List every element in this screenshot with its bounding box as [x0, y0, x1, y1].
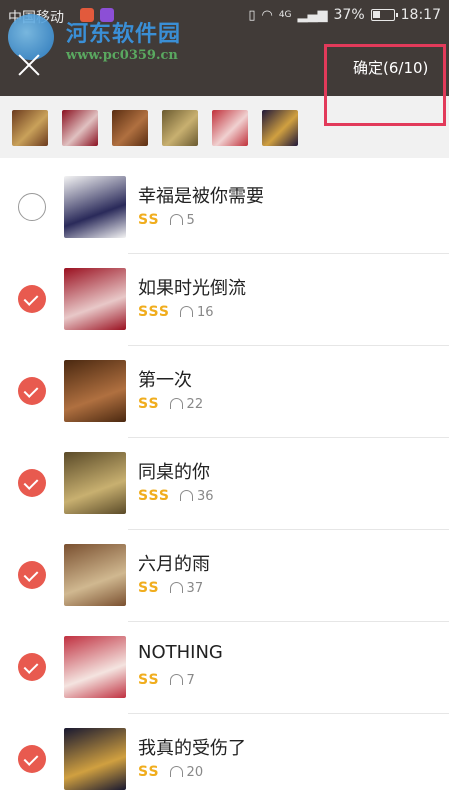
- wifi-icon: ◠: [261, 7, 273, 23]
- headphones-icon: [169, 397, 183, 409]
- quality-badge: SSS: [138, 488, 170, 504]
- battery-percent: 37%: [333, 7, 365, 23]
- song-row[interactable]: 如果时光倒流 SSS 16: [0, 254, 449, 346]
- album-cover: [64, 544, 126, 606]
- song-row[interactable]: 第一次 SS 22: [0, 346, 449, 438]
- headphones-icon: [169, 581, 183, 593]
- song-title: 六月的雨: [138, 554, 210, 575]
- song-row[interactable]: 六月的雨 SS 37: [0, 530, 449, 622]
- song-title: 如果时光倒流: [138, 278, 246, 299]
- song-row[interactable]: 同桌的你 SSS 36: [0, 438, 449, 530]
- song-row[interactable]: 我真的受伤了 SS 20: [0, 714, 449, 800]
- song-meta: SS 7: [138, 672, 195, 688]
- headphones-icon: [169, 765, 183, 777]
- headphones-icon: [180, 489, 193, 501]
- selected-thumbnail[interactable]: [262, 110, 298, 146]
- album-cover: [64, 636, 126, 698]
- song-title: NOTHING: [138, 642, 223, 663]
- song-title: 我真的受伤了: [138, 738, 246, 759]
- checkbox-checked-icon[interactable]: [18, 377, 46, 405]
- headphones-icon: [180, 305, 193, 317]
- close-button[interactable]: [14, 50, 44, 80]
- battery-icon: [370, 9, 398, 21]
- play-count: 7: [186, 672, 195, 688]
- quality-badge: SS: [138, 580, 160, 596]
- vibrate-icon: ▯: [248, 7, 256, 23]
- play-count: 37: [186, 580, 204, 596]
- quality-badge: SS: [138, 764, 160, 780]
- checkbox-checked-icon[interactable]: [18, 469, 46, 497]
- confirm-button[interactable]: 确定(6/10): [324, 44, 446, 126]
- quality-badge: SS: [138, 396, 160, 412]
- battery-fill: [372, 11, 380, 18]
- album-cover: [64, 268, 126, 330]
- checkbox-checked-icon[interactable]: [18, 745, 46, 773]
- quality-badge: SSS: [138, 304, 170, 320]
- song-meta: SSS 36: [138, 488, 214, 504]
- selected-thumbnail[interactable]: [162, 110, 198, 146]
- selected-thumbnail[interactable]: [12, 110, 48, 146]
- song-meta: SS 37: [138, 580, 203, 596]
- checkbox-checked-icon[interactable]: [18, 561, 46, 589]
- signal-icon: ▂▄▆: [297, 7, 328, 23]
- song-title: 第一次: [138, 370, 192, 391]
- play-count: 5: [186, 212, 195, 228]
- network-type-label: 4G: [278, 10, 292, 20]
- watermark-title: 河东软件园: [66, 22, 182, 47]
- song-meta: SS 20: [138, 764, 203, 780]
- song-title: 同桌的你: [138, 462, 210, 483]
- checkbox-unchecked-icon[interactable]: [18, 193, 46, 221]
- selected-thumbnail[interactable]: [212, 110, 248, 146]
- album-cover: [64, 360, 126, 422]
- watermark-url: www.pc0359.cn: [66, 48, 178, 63]
- song-row[interactable]: 幸福是被你需要 SS 5: [0, 162, 449, 254]
- play-count: 36: [197, 488, 214, 504]
- selected-thumbnail[interactable]: [62, 110, 98, 146]
- play-count: 16: [197, 304, 214, 320]
- song-row[interactable]: NOTHING SS 7: [0, 622, 449, 714]
- headphones-icon: [169, 213, 183, 225]
- song-meta: SSS 16: [138, 304, 214, 320]
- album-cover: [64, 176, 126, 238]
- checkbox-checked-icon[interactable]: [18, 285, 46, 313]
- play-count: 20: [186, 764, 204, 780]
- checkbox-checked-icon[interactable]: [18, 653, 46, 681]
- selected-thumbnail[interactable]: [112, 110, 148, 146]
- play-count: 22: [186, 396, 204, 412]
- song-title: 幸福是被你需要: [138, 186, 264, 207]
- album-cover: [64, 452, 126, 514]
- quality-badge: SS: [138, 212, 160, 228]
- confirm-label: 确定(6/10): [353, 59, 429, 77]
- headphones-icon: [169, 673, 183, 685]
- song-meta: SS 22: [138, 396, 203, 412]
- album-cover: [64, 728, 126, 790]
- quality-badge: SS: [138, 672, 160, 688]
- song-meta: SS 5: [138, 212, 195, 228]
- clock: 18:17: [400, 7, 441, 23]
